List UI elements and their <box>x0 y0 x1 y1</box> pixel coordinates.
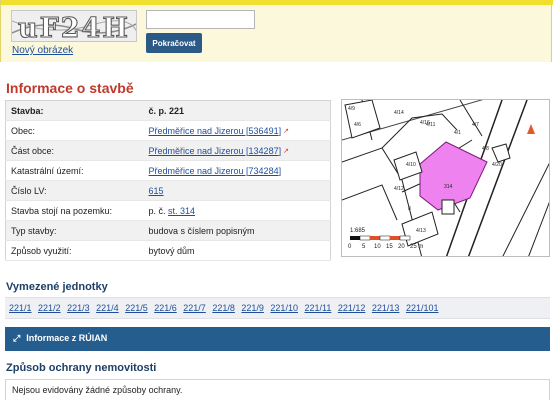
external-link-icon: ↗ <box>283 127 289 135</box>
parcel-label: 4/10 <box>406 162 416 168</box>
row-label: Číslo LV: <box>5 180 144 201</box>
continue-button[interactable]: Pokračovat <box>146 33 202 53</box>
scale-tick: 10 <box>374 244 381 250</box>
parcel-label: 4/6 <box>354 122 361 128</box>
external-link-icon: ↗ <box>283 147 289 155</box>
unit-link[interactable]: 221/7 <box>183 303 206 313</box>
parcel-label: II <box>408 206 411 212</box>
table-row: Katastrální území: Předměřice nad Jizero… <box>5 160 331 181</box>
new-image-link[interactable]: Nový obrázek <box>12 45 73 56</box>
ownership-sheet-link[interactable]: 615 <box>149 186 164 196</box>
building-type-value: budova s číslem popisným <box>143 220 331 241</box>
parcel-label: 4/9 <box>348 106 355 112</box>
svg-text:uF24H: uF24H <box>18 13 130 42</box>
protection-title: Způsob ochrany nemovitosti <box>6 362 157 374</box>
protection-text: Nejsou evidovány žádné způsoby ochrany. <box>12 385 183 395</box>
unit-link[interactable]: 221/5 <box>125 303 148 313</box>
usage-value: bytový dům <box>143 240 331 261</box>
parcel-label: 4/20 <box>492 162 502 168</box>
unit-link[interactable]: 221/4 <box>96 303 119 313</box>
scale-tick: 25 m <box>410 244 423 250</box>
unit-link[interactable]: 221/10 <box>270 303 298 313</box>
section-title-building-info: Informace o stavbě <box>6 80 134 96</box>
parcel-label: 4/13 <box>416 228 426 234</box>
row-label: Stavba: <box>5 100 144 121</box>
parcel-label: 4/7 <box>472 122 479 128</box>
units-list: 221/1 221/2 221/3 221/4 221/5 221/6 221/… <box>5 297 550 319</box>
captcha-panel: uF24H Nový obrázek Pokračovat <box>0 0 553 62</box>
row-label: Obec: <box>5 120 144 141</box>
parcel-label: 4/11 <box>426 122 436 128</box>
table-row: Způsob využití: bytový dům <box>5 240 331 261</box>
parcel-prefix: p. č. <box>148 205 166 216</box>
map-scale-label: 1:685 <box>350 228 366 234</box>
parcel-label: 4/1 <box>454 130 461 136</box>
table-row: Typ stavby: budova s číslem popisným <box>5 220 331 241</box>
unit-link[interactable]: 221/6 <box>154 303 177 313</box>
unit-link[interactable]: 221/9 <box>241 303 264 313</box>
municipality-link[interactable]: Předměřice nad Jizerou [536491] <box>149 126 282 136</box>
parcel-label: 4/8 <box>482 146 489 152</box>
ruian-label: Informace z RÚIAN <box>26 333 108 343</box>
expand-icon: ⤢ <box>13 333 21 343</box>
captcha-top-border <box>1 0 553 5</box>
row-label: Typ stavby: <box>5 220 144 241</box>
unit-link[interactable]: 221/13 <box>372 303 400 313</box>
captcha-input[interactable] <box>146 10 255 29</box>
protection-box: Nejsou evidovány žádné způsoby ochrany. <box>5 379 550 400</box>
cadastral-map[interactable]: 1:685 0 5 10 15 20 25 m 4/9 4/14 4/7 4/8… <box>341 99 550 257</box>
cadastral-area-link[interactable]: Předměřice nad Jizerou [734284] <box>149 166 282 176</box>
table-row: Část obce: Předměřice nad Jizerou [13428… <box>5 140 331 161</box>
parcel-link[interactable]: st. 314 <box>168 206 195 216</box>
scale-tick: 15 <box>386 244 393 250</box>
unit-link[interactable]: 221/3 <box>67 303 90 313</box>
parcel-label: 4/12 <box>394 186 404 192</box>
captcha-image: uF24H <box>11 10 137 42</box>
unit-link[interactable]: 221/2 <box>38 303 61 313</box>
building-info-table: Stavba: č. p. 221 Obec: Předměřice nad J… <box>5 100 331 261</box>
unit-link[interactable]: 221/8 <box>212 303 235 313</box>
building-number-value: č. p. 221 <box>143 100 331 121</box>
table-row: Číslo LV: 615 <box>5 180 331 201</box>
table-row: Stavba stojí na pozemku: p. č. st. 314 <box>5 200 331 221</box>
units-title: Vymezené jednotky <box>6 281 108 293</box>
municipality-part-link[interactable]: Předměřice nad Jizerou [134287] <box>149 146 282 156</box>
unit-link[interactable]: 221/12 <box>338 303 366 313</box>
row-label: Katastrální území: <box>5 160 144 181</box>
unit-link[interactable]: 221/11 <box>304 303 331 313</box>
unit-link[interactable]: 221/101 <box>406 303 439 313</box>
unit-link[interactable]: 221/1 <box>9 303 32 313</box>
parcel-label: 4/14 <box>394 110 404 116</box>
row-label: Část obce: <box>5 140 144 161</box>
ruian-info-toggle[interactable]: ⤢ Informace z RÚIAN <box>5 327 550 351</box>
parcel-label: 314 <box>444 184 453 190</box>
row-label: Způsob využití: <box>5 240 144 261</box>
scale-tick: 20 <box>398 244 405 250</box>
row-label: Stavba stojí na pozemku: <box>5 200 144 221</box>
table-row: Obec: Předměřice nad Jizerou [536491] ↗ <box>5 120 331 141</box>
table-row: Stavba: č. p. 221 <box>5 100 331 121</box>
